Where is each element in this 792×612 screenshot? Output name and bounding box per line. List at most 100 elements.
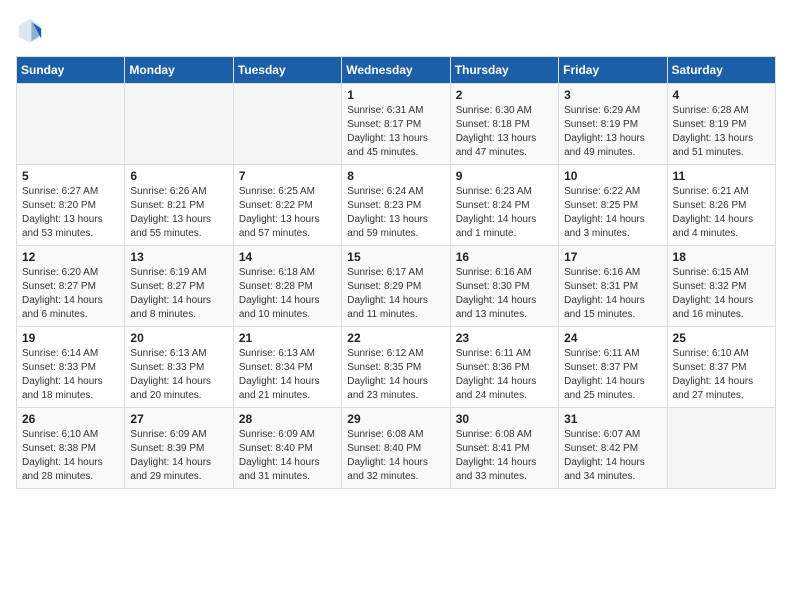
calendar-cell: 19 Sunrise: 6:14 AM Sunset: 8:33 PM Dayli… <box>17 327 125 408</box>
weekday-header-saturday: Saturday <box>667 57 775 84</box>
calendar-cell: 22 Sunrise: 6:12 AM Sunset: 8:35 PM Dayli… <box>342 327 450 408</box>
cell-content: Sunrise: 6:16 AM Sunset: 8:30 PM Dayligh… <box>456 266 553 322</box>
cell-content: Sunrise: 6:10 AM Sunset: 8:38 PM Dayligh… <box>22 428 119 484</box>
cell-content: Sunrise: 6:20 AM Sunset: 8:27 PM Dayligh… <box>22 266 119 322</box>
day-number: 8 <box>347 169 444 183</box>
calendar-cell: 23 Sunrise: 6:11 AM Sunset: 8:36 PM Dayli… <box>450 327 558 408</box>
day-number: 22 <box>347 331 444 345</box>
cell-content: Sunrise: 6:12 AM Sunset: 8:35 PM Dayligh… <box>347 347 444 403</box>
day-number: 24 <box>564 331 661 345</box>
calendar-cell: 25 Sunrise: 6:10 AM Sunset: 8:37 PM Dayli… <box>667 327 775 408</box>
cell-content: Sunrise: 6:11 AM Sunset: 8:36 PM Dayligh… <box>456 347 553 403</box>
cell-content: Sunrise: 6:31 AM Sunset: 8:17 PM Dayligh… <box>347 104 444 160</box>
cell-content: Sunrise: 6:25 AM Sunset: 8:22 PM Dayligh… <box>239 185 336 241</box>
cell-content: Sunrise: 6:24 AM Sunset: 8:23 PM Dayligh… <box>347 185 444 241</box>
logo <box>16 16 48 44</box>
day-number: 4 <box>673 88 770 102</box>
day-number: 20 <box>130 331 227 345</box>
cell-content: Sunrise: 6:13 AM Sunset: 8:34 PM Dayligh… <box>239 347 336 403</box>
calendar-cell <box>125 84 233 165</box>
calendar-cell: 21 Sunrise: 6:13 AM Sunset: 8:34 PM Dayli… <box>233 327 341 408</box>
day-number: 17 <box>564 250 661 264</box>
day-number: 10 <box>564 169 661 183</box>
calendar-cell: 20 Sunrise: 6:13 AM Sunset: 8:33 PM Dayli… <box>125 327 233 408</box>
day-number: 12 <box>22 250 119 264</box>
cell-content: Sunrise: 6:07 AM Sunset: 8:42 PM Dayligh… <box>564 428 661 484</box>
day-number: 18 <box>673 250 770 264</box>
calendar-cell: 1 Sunrise: 6:31 AM Sunset: 8:17 PM Daylig… <box>342 84 450 165</box>
page-header <box>16 16 776 44</box>
cell-content: Sunrise: 6:16 AM Sunset: 8:31 PM Dayligh… <box>564 266 661 322</box>
calendar-cell: 13Sunrise: 6:19 AM Sunset: 8:27 PM Dayli… <box>125 246 233 327</box>
day-number: 19 <box>22 331 119 345</box>
cell-content: Sunrise: 6:13 AM Sunset: 8:33 PM Dayligh… <box>130 347 227 403</box>
calendar-cell: 11 Sunrise: 6:21 AM Sunset: 8:26 PM Dayli… <box>667 165 775 246</box>
cell-content: Sunrise: 6:18 AM Sunset: 8:28 PM Dayligh… <box>239 266 336 322</box>
logo-icon <box>16 16 44 44</box>
weekday-header-monday: Monday <box>125 57 233 84</box>
calendar-cell: 5 Sunrise: 6:27 AM Sunset: 8:20 PM Daylig… <box>17 165 125 246</box>
day-number: 6 <box>130 169 227 183</box>
day-number: 15 <box>347 250 444 264</box>
day-number: 3 <box>564 88 661 102</box>
calendar-week-2: 5 Sunrise: 6:27 AM Sunset: 8:20 PM Daylig… <box>17 165 776 246</box>
weekday-header-sunday: Sunday <box>17 57 125 84</box>
day-number: 1 <box>347 88 444 102</box>
calendar-cell <box>17 84 125 165</box>
calendar-cell: 14 Sunrise: 6:18 AM Sunset: 8:28 PM Dayli… <box>233 246 341 327</box>
day-number: 31 <box>564 412 661 426</box>
calendar-cell: 24 Sunrise: 6:11 AM Sunset: 8:37 PM Dayli… <box>559 327 667 408</box>
day-number: 5 <box>22 169 119 183</box>
day-number: 21 <box>239 331 336 345</box>
calendar-cell: 6 Sunrise: 6:26 AM Sunset: 8:21 PM Daylig… <box>125 165 233 246</box>
calendar-cell: 12 Sunrise: 6:20 AM Sunset: 8:27 PM Dayli… <box>17 246 125 327</box>
day-number: 30 <box>456 412 553 426</box>
calendar-cell: 29Sunrise: 6:08 AM Sunset: 8:40 PM Dayli… <box>342 408 450 489</box>
calendar-cell: 17 Sunrise: 6:16 AM Sunset: 8:31 PM Dayli… <box>559 246 667 327</box>
calendar-week-1: 1 Sunrise: 6:31 AM Sunset: 8:17 PM Daylig… <box>17 84 776 165</box>
cell-content: Sunrise: 6:27 AM Sunset: 8:20 PM Dayligh… <box>22 185 119 241</box>
calendar-cell: 9Sunrise: 6:23 AM Sunset: 8:24 PM Daylig… <box>450 165 558 246</box>
cell-content: Sunrise: 6:10 AM Sunset: 8:37 PM Dayligh… <box>673 347 770 403</box>
day-number: 14 <box>239 250 336 264</box>
calendar-cell <box>667 408 775 489</box>
cell-content: Sunrise: 6:29 AM Sunset: 8:19 PM Dayligh… <box>564 104 661 160</box>
calendar-body: 1 Sunrise: 6:31 AM Sunset: 8:17 PM Daylig… <box>17 84 776 489</box>
cell-content: Sunrise: 6:17 AM Sunset: 8:29 PM Dayligh… <box>347 266 444 322</box>
calendar-cell: 8 Sunrise: 6:24 AM Sunset: 8:23 PM Daylig… <box>342 165 450 246</box>
weekday-header-tuesday: Tuesday <box>233 57 341 84</box>
cell-content: Sunrise: 6:11 AM Sunset: 8:37 PM Dayligh… <box>564 347 661 403</box>
calendar-table: SundayMondayTuesdayWednesdayThursdayFrid… <box>16 56 776 489</box>
day-number: 7 <box>239 169 336 183</box>
calendar-cell <box>233 84 341 165</box>
day-number: 9 <box>456 169 553 183</box>
day-number: 23 <box>456 331 553 345</box>
cell-content: Sunrise: 6:15 AM Sunset: 8:32 PM Dayligh… <box>673 266 770 322</box>
calendar-week-3: 12 Sunrise: 6:20 AM Sunset: 8:27 PM Dayli… <box>17 246 776 327</box>
calendar-cell: 7 Sunrise: 6:25 AM Sunset: 8:22 PM Daylig… <box>233 165 341 246</box>
cell-content: Sunrise: 6:26 AM Sunset: 8:21 PM Dayligh… <box>130 185 227 241</box>
cell-content: Sunrise: 6:08 AM Sunset: 8:41 PM Dayligh… <box>456 428 553 484</box>
cell-content: Sunrise: 6:09 AM Sunset: 8:39 PM Dayligh… <box>130 428 227 484</box>
calendar-cell: 2Sunrise: 6:30 AM Sunset: 8:18 PM Daylig… <box>450 84 558 165</box>
day-number: 28 <box>239 412 336 426</box>
day-number: 16 <box>456 250 553 264</box>
calendar-cell: 18 Sunrise: 6:15 AM Sunset: 8:32 PM Dayli… <box>667 246 775 327</box>
calendar-header: SundayMondayTuesdayWednesdayThursdayFrid… <box>17 57 776 84</box>
cell-content: Sunrise: 6:14 AM Sunset: 8:33 PM Dayligh… <box>22 347 119 403</box>
calendar-cell: 4Sunrise: 6:28 AM Sunset: 8:19 PM Daylig… <box>667 84 775 165</box>
cell-content: Sunrise: 6:21 AM Sunset: 8:26 PM Dayligh… <box>673 185 770 241</box>
calendar-cell: 16 Sunrise: 6:16 AM Sunset: 8:30 PM Dayli… <box>450 246 558 327</box>
day-number: 26 <box>22 412 119 426</box>
calendar-cell: 3 Sunrise: 6:29 AM Sunset: 8:19 PM Daylig… <box>559 84 667 165</box>
calendar-week-4: 19 Sunrise: 6:14 AM Sunset: 8:33 PM Dayli… <box>17 327 776 408</box>
weekday-row: SundayMondayTuesdayWednesdayThursdayFrid… <box>17 57 776 84</box>
calendar-cell: 10Sunrise: 6:22 AM Sunset: 8:25 PM Dayli… <box>559 165 667 246</box>
weekday-header-thursday: Thursday <box>450 57 558 84</box>
day-number: 25 <box>673 331 770 345</box>
day-number: 11 <box>673 169 770 183</box>
calendar-cell: 28Sunrise: 6:09 AM Sunset: 8:40 PM Dayli… <box>233 408 341 489</box>
cell-content: Sunrise: 6:30 AM Sunset: 8:18 PM Dayligh… <box>456 104 553 160</box>
cell-content: Sunrise: 6:08 AM Sunset: 8:40 PM Dayligh… <box>347 428 444 484</box>
calendar-week-5: 26 Sunrise: 6:10 AM Sunset: 8:38 PM Dayli… <box>17 408 776 489</box>
